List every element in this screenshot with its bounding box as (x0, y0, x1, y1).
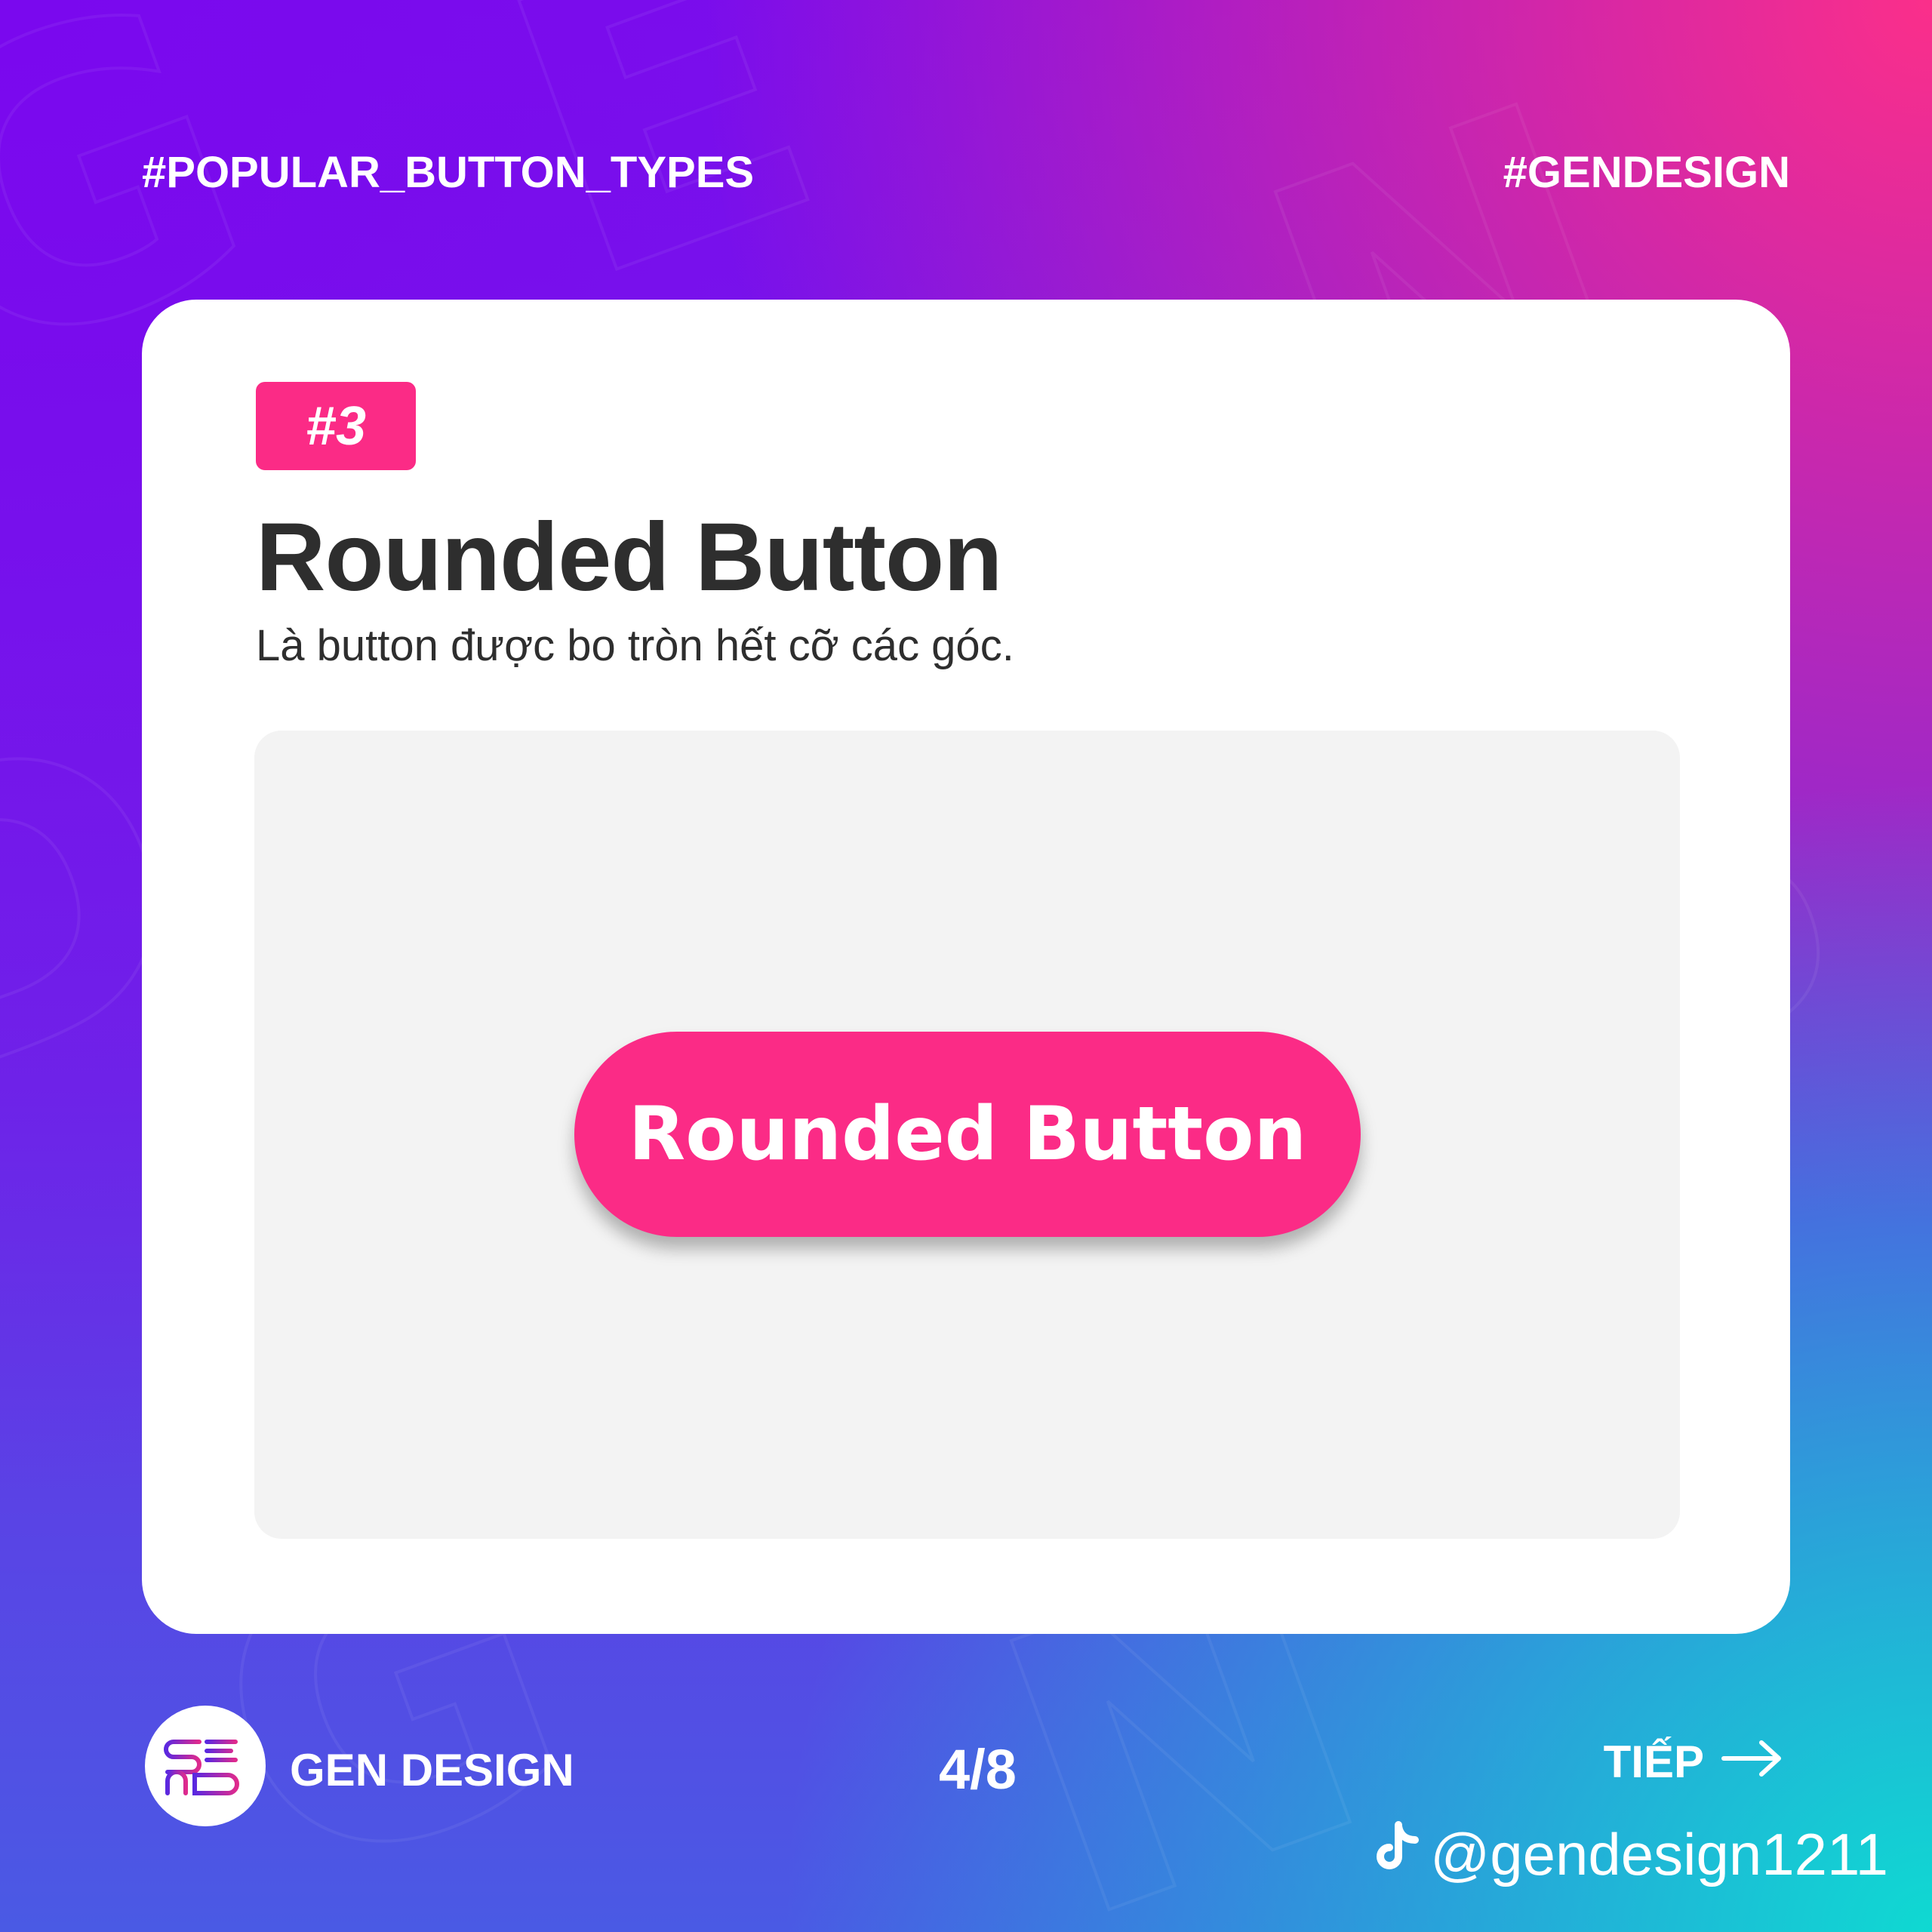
rounded-button-demo[interactable]: Rounded Button (574, 1032, 1361, 1237)
item-number-badge: #3 (256, 382, 416, 470)
next-button[interactable]: TIẾP (1604, 1736, 1783, 1788)
content-card: #3 Rounded Button Là button được bo tròn… (142, 300, 1790, 1634)
brand-name: GEN DESIGN (290, 1745, 574, 1795)
social-handle-text: @gendesign1211 (1430, 1821, 1888, 1887)
series-hashtag: #POPULAR_BUTTON_TYPES (142, 148, 755, 197)
next-label: TIẾP (1603, 1737, 1704, 1787)
social-handle[interactable]: @gendesign1211 (1376, 1820, 1888, 1889)
brand-hashtag: #GENDESIGN (1503, 148, 1790, 197)
card-description: Là button được bo tròn hết cỡ các góc. (256, 621, 1014, 670)
card-title: Rounded Button (256, 503, 1002, 611)
arrow-right-icon (1721, 1736, 1783, 1788)
tiktok-icon (1376, 1820, 1423, 1889)
page-indicator: 4/8 (939, 1738, 1017, 1801)
demo-area: Rounded Button (254, 731, 1680, 1539)
gen-design-logo-icon (145, 1706, 266, 1826)
